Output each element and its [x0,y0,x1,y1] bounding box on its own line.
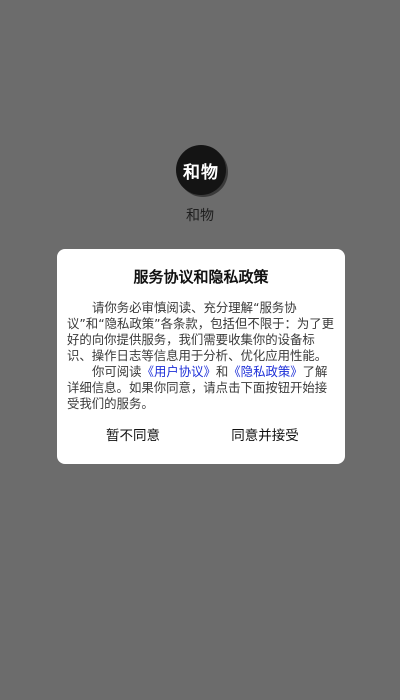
app-name: 和物 [186,208,214,224]
user-agreement-link[interactable]: 《用户协议》 [142,364,216,379]
screen-overlay: 和物 和物 服务协议和隐私政策 请你务必审慎阅读、充分理解“服务协议”和“隐私政… [0,0,400,700]
dialog-body: 请你务必审慎阅读、充分理解“服务协议”和“隐私政策”各条款，包括但不限于：为了更… [67,300,335,412]
paragraph-2-prefix: 你可阅读 [92,364,142,379]
privacy-policy-link[interactable]: 《隐私政策》 [228,364,302,379]
dialog-paragraph-1: 请你务必审慎阅读、充分理解“服务协议”和“隐私政策”各条款，包括但不限于：为了更… [67,300,335,363]
conjunction-text: 和 [215,364,229,379]
consent-dialog: 服务协议和隐私政策 请你务必审慎阅读、充分理解“服务协议”和“隐私政策”各条款，… [57,249,345,464]
app-logo-text: 和物 [183,162,219,183]
accept-button[interactable]: 同意并接受 [215,421,315,447]
app-logo: 和物 [176,145,226,195]
dialog-title: 服务协议和隐私政策 [133,268,269,286]
dialog-paragraph-2: 你可阅读《用户协议》和《隐私政策》了解详细信息。如果你同意，请点击下面按钮开始接… [67,364,335,412]
decline-button[interactable]: 暂不同意 [83,421,183,447]
